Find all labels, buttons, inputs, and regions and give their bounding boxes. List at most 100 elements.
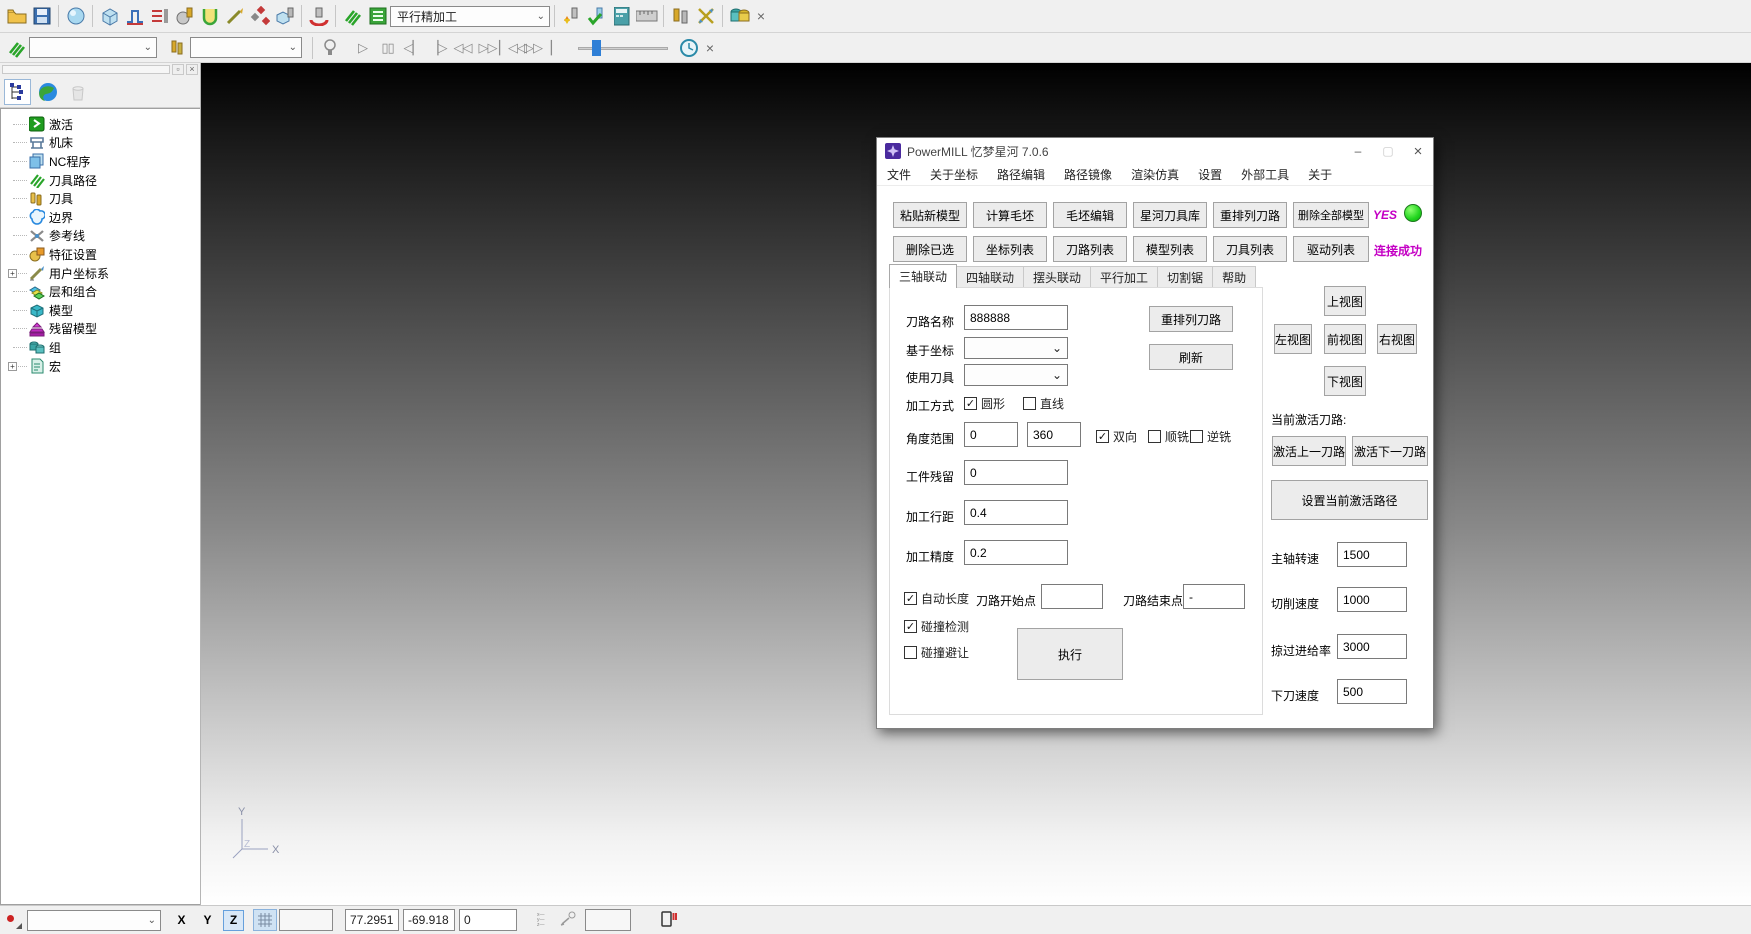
tab-parallel[interactable]: 平行加工	[1090, 266, 1158, 288]
paste-new-model-button[interactable]: 粘贴新模型	[893, 202, 967, 228]
angle-from-input[interactable]	[964, 422, 1018, 447]
sim-tool-combobox[interactable]: ⌄	[190, 37, 302, 58]
save-project-icon[interactable]	[29, 4, 54, 29]
menu-file[interactable]: 文件	[887, 166, 911, 183]
measure-icon[interactable]	[634, 4, 659, 29]
tree-item-patterns[interactable]: 参考线	[7, 227, 200, 246]
activate-next-toolpath-button[interactable]: 激活下一刀路	[1352, 436, 1428, 466]
points-icon[interactable]	[247, 4, 272, 29]
speed-slider[interactable]	[578, 40, 668, 56]
menu-external-tools[interactable]: 外部工具	[1241, 166, 1289, 183]
maximize-button[interactable]: ▢	[1373, 139, 1403, 163]
tab-head-tilt[interactable]: 摆头联动	[1023, 266, 1091, 288]
view-front-button[interactable]: 前视图	[1324, 324, 1366, 354]
delete-selected-button[interactable]: 删除已选	[893, 236, 967, 262]
tool-pair-icon[interactable]	[668, 4, 693, 29]
toolpath-list-icon[interactable]	[365, 4, 390, 29]
tree-item-levels-sets[interactable]: 层和组合	[7, 282, 200, 301]
zlevel-icon[interactable]	[147, 4, 172, 29]
menu-about-coords[interactable]: 关于坐标	[930, 166, 978, 183]
use-tool-combobox[interactable]: ⌄	[964, 364, 1068, 386]
transform-icon[interactable]	[693, 4, 718, 29]
axis-z-button[interactable]: Z	[223, 910, 244, 931]
tab-help[interactable]: 帮助	[1212, 266, 1256, 288]
tree-item-models[interactable]: 模型	[7, 301, 200, 320]
pattern-pencil-icon[interactable]	[222, 4, 247, 29]
menu-path-edit[interactable]: 路径编辑	[997, 166, 1045, 183]
go-to-start-icon[interactable]: ▏◁◁	[500, 35, 525, 60]
toolbar-close-icon[interactable]: ×	[752, 8, 770, 24]
open-project-icon[interactable]	[4, 4, 29, 29]
skim-feed-input[interactable]	[1337, 634, 1407, 659]
view-bottom-button[interactable]: 下视图	[1324, 366, 1366, 396]
play-icon[interactable]: ▷	[350, 35, 375, 60]
model-list-button[interactable]: 模型列表	[1133, 236, 1207, 262]
tree-item-boundaries[interactable]: 边界	[7, 208, 200, 227]
tool-icon[interactable]	[172, 4, 197, 29]
stock-input[interactable]	[964, 460, 1068, 485]
slider-handle[interactable]	[592, 40, 601, 56]
angle-to-input[interactable]	[1027, 422, 1081, 447]
fast-forward-icon[interactable]: ▷▷	[475, 35, 500, 60]
boundary-curve-icon[interactable]	[197, 4, 222, 29]
expand-icon[interactable]: +	[8, 269, 17, 278]
block-tool-icon[interactable]	[272, 4, 297, 29]
menu-settings[interactable]: 设置	[1198, 166, 1222, 183]
step-back-icon[interactable]: ◁▏	[400, 35, 425, 60]
block-icon[interactable]	[97, 4, 122, 29]
stepover-input[interactable]	[964, 500, 1068, 525]
grid-size-field[interactable]	[279, 909, 333, 931]
conventional-checkbox[interactable]: 逆铣	[1190, 428, 1231, 445]
spindle-speed-input[interactable]	[1337, 542, 1407, 567]
tree-item-toolpaths[interactable]: 刀具路径	[7, 171, 200, 190]
tool-activate-icon[interactable]	[559, 4, 584, 29]
activate-prev-toolpath-button[interactable]: 激活上一刀路	[1272, 436, 1346, 466]
set-active-path-button[interactable]: 设置当前激活路径	[1271, 480, 1428, 520]
calculator-icon[interactable]	[609, 4, 634, 29]
tab-explorer-web[interactable]	[34, 79, 61, 105]
drive-list-button[interactable]: 驱动列表	[1293, 236, 1369, 262]
refresh-button[interactable]: 刷新	[1149, 344, 1233, 370]
close-button[interactable]: ×	[1403, 139, 1433, 163]
context-menu-button[interactable]	[3, 910, 23, 930]
tree-item-machine[interactable]: 机床	[7, 134, 200, 153]
block-edit-button[interactable]: 毛坯编辑	[1053, 202, 1127, 228]
feedrate-icon[interactable]	[122, 4, 147, 29]
execute-button[interactable]: 执行	[1017, 628, 1123, 680]
menu-about[interactable]: 关于	[1308, 166, 1332, 183]
status-combobox[interactable]: ⌄	[27, 910, 161, 931]
rewind-icon[interactable]: ◁◁	[450, 35, 475, 60]
pause-icon[interactable]: ▯▯	[375, 35, 400, 60]
collision-avoid-checkbox[interactable]: 碰撞避让	[904, 644, 969, 661]
undercut-tool-icon[interactable]	[306, 4, 331, 29]
method-line-checkbox[interactable]: 直线	[1023, 395, 1064, 412]
plunge-feed-input[interactable]	[1337, 679, 1407, 704]
tree-item-tools[interactable]: 刀具	[7, 189, 200, 208]
clock-icon[interactable]	[676, 35, 701, 60]
delete-all-models-button[interactable]: 删除全部模型	[1293, 202, 1369, 228]
toolpath-name-input[interactable]	[964, 305, 1068, 330]
menu-render-sim[interactable]: 渲染仿真	[1131, 166, 1179, 183]
tree-item-active[interactable]: 激活	[7, 115, 200, 134]
axis-y-button[interactable]: Y	[197, 910, 218, 931]
bidirectional-checkbox[interactable]: ✓双向	[1096, 428, 1137, 445]
axis-x-button[interactable]: X	[171, 910, 192, 931]
start-point-input[interactable]	[1041, 584, 1103, 609]
expand-icon[interactable]: +	[8, 362, 17, 371]
close-panel-icon[interactable]: ×	[186, 64, 198, 75]
go-to-end-icon[interactable]: ▷▷▕	[525, 35, 550, 60]
step-forward-icon[interactable]: ▕▷	[425, 35, 450, 60]
tab-saw[interactable]: 切割锯	[1157, 266, 1213, 288]
tree-item-feature-sets[interactable]: 特征设置	[7, 245, 200, 264]
dialog-titlebar[interactable]: PowerMILL 忆梦星河 7.0.6 – ▢ ×	[877, 138, 1433, 164]
tool-list-button[interactable]: 刀具列表	[1213, 236, 1287, 262]
highlight-icon[interactable]	[317, 35, 342, 60]
tree-item-groups[interactable]: 组	[7, 338, 200, 357]
float-panel-icon[interactable]: ▫	[172, 64, 184, 75]
view-left-button[interactable]: 左视图	[1274, 324, 1312, 354]
tree-item-macros[interactable]: +宏	[7, 357, 200, 376]
toolpath-icon[interactable]	[340, 4, 365, 29]
toolpath-list-button[interactable]: 刀路列表	[1053, 236, 1127, 262]
grid-toggle-button[interactable]	[253, 909, 277, 931]
end-point-input[interactable]	[1183, 584, 1245, 609]
